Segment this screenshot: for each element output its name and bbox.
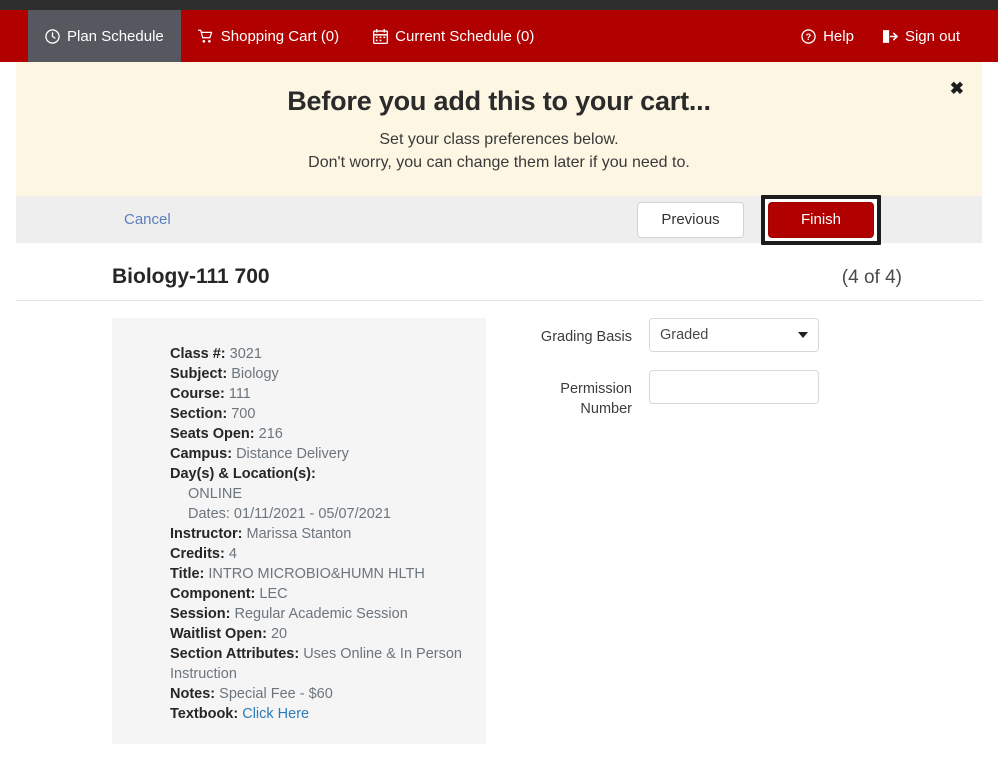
grading-basis-label: Grading Basis — [540, 329, 632, 346]
detail-waitlist-open: Waitlist Open: 20 — [170, 626, 288, 643]
detail-location-online: ONLINE — [188, 486, 242, 503]
detail-notes: Notes: Special Fee - $60 — [170, 686, 333, 703]
nav-tab-plan-schedule[interactable]: Plan Schedule — [28, 10, 181, 62]
wizard-action-bar: Cancel Previous Finish — [16, 194, 982, 245]
cart-icon — [197, 29, 214, 44]
permission-number-row: Permission Number — [515, 370, 982, 419]
finish-button-focus-ring: Finish — [761, 194, 881, 245]
finish-button[interactable]: Finish — [768, 201, 874, 238]
permission-number-input[interactable] — [649, 370, 819, 405]
calendar-icon — [373, 28, 389, 44]
grading-basis-select[interactable]: Graded — [649, 318, 819, 353]
wizard-nav-buttons: Previous Finish — [637, 194, 966, 245]
navbar-left-group: Plan Schedule Shopping Cart (0) Current … — [0, 10, 551, 62]
sign-out-icon — [882, 29, 898, 44]
detail-title: Title: INTRO MICROBIO&HUMN HLTH — [170, 566, 425, 583]
nav-sign-out-label: Sign out — [904, 27, 960, 45]
detail-textbook: Textbook: Click Here — [170, 706, 310, 723]
course-section: Biology-111 700 (4 of 4) Class #: 3021 S… — [16, 243, 982, 745]
nav-tab-shopping-cart[interactable]: Shopping Cart (0) — [181, 10, 356, 62]
detail-section: Section: 700 — [170, 406, 256, 423]
permission-number-label-line1: Permission — [560, 381, 632, 398]
detail-instructor: Instructor: Marissa Stanton — [170, 526, 352, 543]
detail-session: Session: Regular Academic Session — [170, 606, 408, 623]
grading-basis-select-wrap: Graded — [649, 318, 819, 353]
banner-subtitle-line1: Set your class preferences below. — [379, 131, 619, 148]
svg-text:?: ? — [806, 31, 811, 41]
detail-credits: Credits: 4 — [170, 546, 237, 563]
detail-subject: Subject: Biology — [170, 366, 279, 383]
course-body: Class #: 3021 Subject: Biology Course: 1… — [16, 301, 982, 745]
top-dark-strip — [0, 0, 998, 10]
clock-icon — [45, 28, 60, 44]
detail-days-locations: Day(s) & Location(s): — [170, 466, 316, 483]
detail-section-attributes: Section Attributes: Uses Online & In Per… — [170, 646, 462, 683]
detail-campus: Campus: Distance Delivery — [170, 446, 349, 463]
page-title: Biology-111 700 — [112, 265, 270, 289]
detail-dates: Dates: 01/11/2021 - 05/07/2021 — [188, 506, 391, 523]
banner-subtitle-line2: Don't worry, you can change them later i… — [308, 153, 690, 171]
detail-class-number: Class #: 3021 — [170, 346, 262, 363]
class-preferences-form: Grading Basis Graded Permission Number — [486, 318, 982, 744]
nav-tab-shopping-cart-label: Shopping Cart (0) — [220, 27, 340, 45]
nav-sign-out-link[interactable]: Sign out — [868, 10, 974, 62]
detail-course: Course: 111 — [170, 386, 251, 403]
nav-help-label: Help — [823, 27, 854, 45]
preferences-banner: ✖ Before you add this to your cart... Se… — [16, 62, 982, 197]
detail-component: Component: LEC — [170, 586, 288, 603]
nav-tab-current-schedule-label: Current Schedule (0) — [395, 27, 535, 45]
previous-button[interactable]: Previous — [637, 201, 744, 238]
main-navbar: Plan Schedule Shopping Cart (0) Current … — [0, 10, 998, 62]
cancel-button[interactable]: Cancel — [124, 211, 171, 228]
grading-basis-row: Grading Basis Graded — [515, 318, 982, 353]
banner-title: Before you add this to your cart... — [287, 86, 711, 116]
navbar-right-group: ? Help Sign out — [787, 10, 998, 62]
question-circle-icon: ? — [801, 28, 816, 44]
nav-help-link[interactable]: ? Help — [787, 10, 868, 62]
detail-seats-open: Seats Open: 216 — [170, 426, 283, 443]
class-detail-box: Class #: 3021 Subject: Biology Course: 1… — [112, 318, 486, 745]
nav-tab-current-schedule[interactable]: Current Schedule (0) — [356, 10, 551, 62]
course-step-counter: (4 of 4) — [841, 267, 902, 289]
course-header: Biology-111 700 (4 of 4) — [16, 265, 982, 302]
nav-tab-plan-schedule-label: Plan Schedule — [67, 27, 164, 45]
permission-number-label-line2: Number — [580, 401, 632, 418]
textbook-link[interactable]: Click Here — [242, 706, 309, 722]
close-icon[interactable]: ✖ — [944, 76, 970, 101]
permission-number-label: Permission Number — [515, 370, 649, 419]
